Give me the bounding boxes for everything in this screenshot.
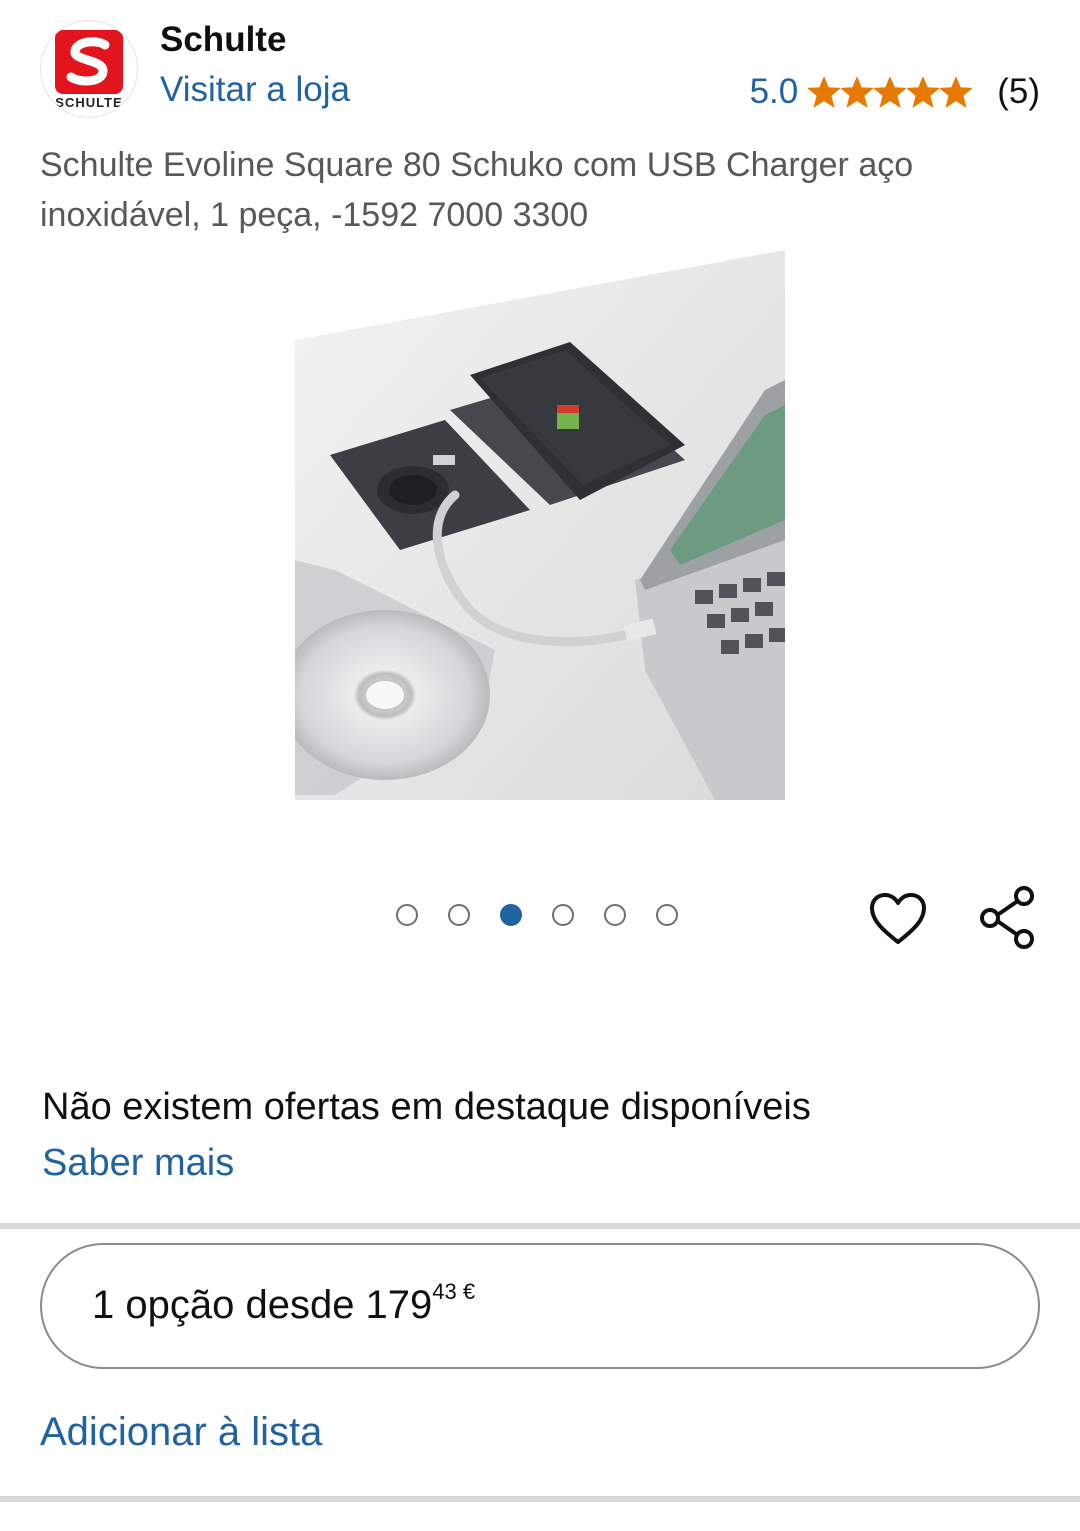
carousel-dot[interactable] <box>500 904 522 926</box>
star-icon <box>841 76 874 108</box>
brand-logo-text: SCHULTE <box>55 95 122 110</box>
rating-summary[interactable]: 5.0 (5) <box>750 70 1040 114</box>
visit-store-link[interactable]: Visitar a loja <box>160 70 350 110</box>
buying-options-button[interactable]: 1 opção desde 17943 € <box>40 1243 1040 1369</box>
carousel-dot[interactable] <box>604 904 626 926</box>
buying-options-label: 1 opção desde 17943 € <box>92 1279 475 1328</box>
wishlist-button[interactable] <box>868 890 928 950</box>
options-price-text: 1 opção desde 179 <box>92 1283 433 1327</box>
rating-value: 5.0 <box>749 72 799 111</box>
brand-name[interactable]: Schulte <box>160 20 286 60</box>
share-icon <box>980 886 1034 949</box>
star-icon <box>874 76 907 108</box>
section-divider <box>0 1223 1080 1229</box>
rating-count: (5) <box>997 72 1040 111</box>
section-divider-bottom <box>0 1496 1080 1502</box>
price-currency: € <box>462 1279 476 1304</box>
star-icon <box>808 76 841 108</box>
price-fraction: 43 <box>432 1279 457 1304</box>
no-featured-offers-text: Não existem ofertas em destaque disponív… <box>42 1086 811 1128</box>
product-image[interactable] <box>280 250 785 800</box>
carousel-dot[interactable] <box>656 904 678 926</box>
product-title: Schulte Evoline Square 80 Schuko com USB… <box>40 146 914 234</box>
share-button[interactable] <box>978 884 1040 952</box>
add-to-list-link[interactable]: Adicionar à lista <box>40 1410 322 1455</box>
star-rating <box>808 76 973 108</box>
image-carousel-indicator <box>396 904 678 926</box>
star-icon <box>940 76 973 108</box>
carousel-dot[interactable] <box>448 904 470 926</box>
carousel-dot[interactable] <box>396 904 418 926</box>
learn-more-link[interactable]: Saber mais <box>42 1142 234 1185</box>
heart-icon <box>870 893 926 944</box>
star-icon <box>907 76 940 108</box>
brand-logo[interactable]: SCHULTE <box>40 20 138 118</box>
carousel-dot[interactable] <box>552 904 574 926</box>
